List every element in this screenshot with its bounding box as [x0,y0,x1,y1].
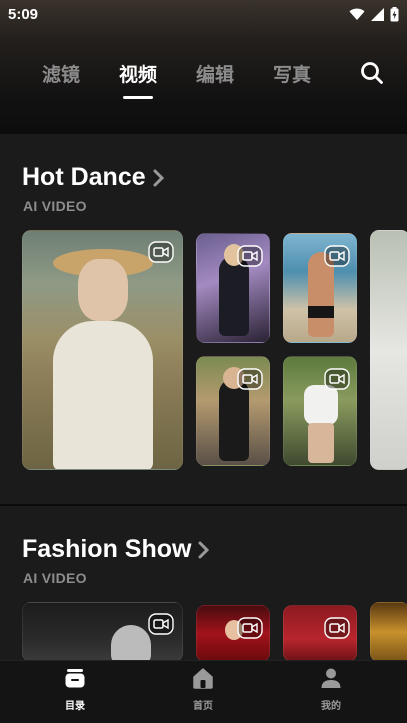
video-card[interactable] [283,605,357,662]
chevron-right-icon [153,169,164,186]
section-subtitle: AI VIDEO [23,570,87,586]
video-thumbnail-figure [78,259,128,321]
video-icon [237,617,263,639]
tab-portrait[interactable]: 写真 [273,60,311,87]
nav-label: 目录 [65,701,85,712]
video-card[interactable] [283,356,357,466]
video-icon [237,245,263,267]
video-card[interactable] [370,230,407,470]
nav-catalog[interactable]: 目录 [35,667,115,712]
video-card[interactable] [283,233,357,343]
bottom-nav: 目录 首页 我的 [0,660,407,723]
tab-edit[interactable]: 编辑 [196,60,234,87]
nav-home[interactable]: 首页 [163,667,243,712]
nav-label: 首页 [193,701,213,712]
section-subtitle: AI VIDEO [23,198,87,214]
video-icon [148,241,174,263]
status-icons [349,6,399,22]
catalog-icon [65,669,85,688]
video-thumbnail-figure [219,379,249,461]
video-icon [324,368,350,390]
video-card[interactable] [196,605,270,662]
video-icon [148,613,174,635]
tab-filter[interactable]: 滤镜 [42,60,80,87]
nav-profile[interactable]: 我的 [291,667,371,712]
video-thumbnail-dress [53,321,153,469]
video-card[interactable] [370,602,407,662]
tab-video[interactable]: 视频 [119,60,157,99]
video-thumbnail-figure [304,385,338,425]
tab-active-indicator [123,96,153,99]
video-card[interactable] [196,356,270,466]
video-icon [237,368,263,390]
section-fashion-show: Fashion Show AI VIDEO [0,506,407,662]
video-card[interactable] [196,233,270,343]
nav-label: 我的 [321,701,341,712]
section-title[interactable]: Fashion Show [22,535,211,564]
home-icon [193,668,213,689]
video-thumbnail-legs [308,423,334,463]
status-time: 5:09 [8,5,39,23]
video-card[interactable] [22,230,183,470]
video-thumbnail-swimwear [308,306,334,318]
signal-icon [371,7,384,21]
section-hot-dance: Hot Dance AI VIDEO [0,134,407,504]
video-thumbnail-figure [111,625,151,661]
video-icon [324,245,350,267]
profile-icon [321,668,341,688]
status-bar: 5:09 [0,0,407,28]
chevron-right-icon [198,541,210,558]
video-icon [324,617,350,639]
video-thumbnail-figure [219,256,249,336]
battery-icon [390,6,399,21]
section-title[interactable]: Hot Dance [22,163,166,192]
wifi-icon [349,8,365,20]
video-card[interactable] [22,602,183,662]
search-icon[interactable] [359,60,385,86]
